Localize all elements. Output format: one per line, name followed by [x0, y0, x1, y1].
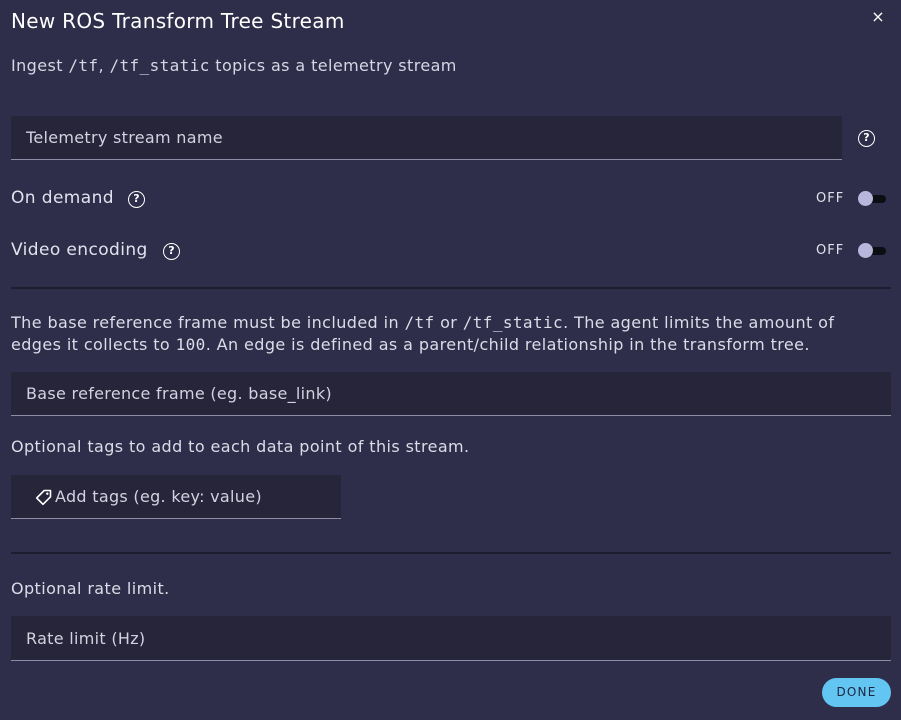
close-icon[interactable]: × — [870, 8, 886, 26]
subtitle-sep: , — [98, 56, 110, 75]
info-text: edges it collects to — [11, 335, 176, 354]
on-demand-label: On demand — [11, 188, 114, 208]
info-text: . The agent limits the amount of — [563, 313, 835, 332]
base-frame-input[interactable] — [11, 372, 891, 415]
topic-tf: /tf — [68, 56, 99, 75]
base-frame-field — [11, 372, 891, 416]
topic-tf-static: /tf_static — [109, 56, 210, 75]
base-frame-info-line1: The base reference frame must be include… — [11, 312, 834, 334]
base-frame-info-line2: edges it collects to 100. An edge is def… — [11, 334, 834, 356]
rate-limit-input[interactable] — [11, 616, 891, 660]
subtitle-text: Ingest — [11, 56, 69, 75]
info-text: or — [434, 313, 463, 332]
topic-tf: /tf — [404, 313, 435, 332]
stream-name-input[interactable] — [11, 116, 842, 159]
on-demand-help-icon[interactable]: ? — [128, 191, 145, 208]
help-icon[interactable]: ? — [858, 130, 875, 147]
rate-limit-field — [11, 616, 891, 661]
video-encoding-label: Video encoding — [11, 240, 148, 260]
dialog-title: New ROS Transform Tree Stream — [11, 9, 345, 33]
video-encoding-state: OFF — [816, 243, 845, 258]
rate-info: Optional rate limit. — [11, 579, 170, 598]
tags-input[interactable] — [11, 475, 341, 518]
topic-tf-static: /tf_static — [462, 313, 564, 332]
stream-name-field — [11, 116, 842, 160]
base-frame-info: The base reference frame must be include… — [11, 312, 834, 356]
tags-info: Optional tags to add to each data point … — [11, 437, 470, 456]
info-text: The base reference frame must be include… — [11, 313, 405, 332]
info-text: . An edge is defined as a parent/child r… — [205, 335, 810, 354]
divider — [11, 552, 891, 554]
on-demand-state: OFF — [816, 191, 845, 206]
video-encoding-toggle[interactable] — [858, 243, 887, 259]
dialog-subtitle: Ingest /tf, /tf_static topics as a telem… — [11, 56, 457, 75]
done-button[interactable]: DONE — [822, 678, 891, 707]
edge-limit: 100 — [175, 335, 206, 354]
toggle-knob — [858, 243, 873, 258]
subtitle-suffix: topics as a telemetry stream — [209, 56, 457, 75]
video-encoding-help-icon[interactable]: ? — [163, 243, 180, 260]
on-demand-toggle[interactable] — [858, 191, 887, 207]
toggle-knob — [858, 191, 873, 206]
tags-field — [11, 475, 341, 519]
divider — [11, 287, 891, 289]
